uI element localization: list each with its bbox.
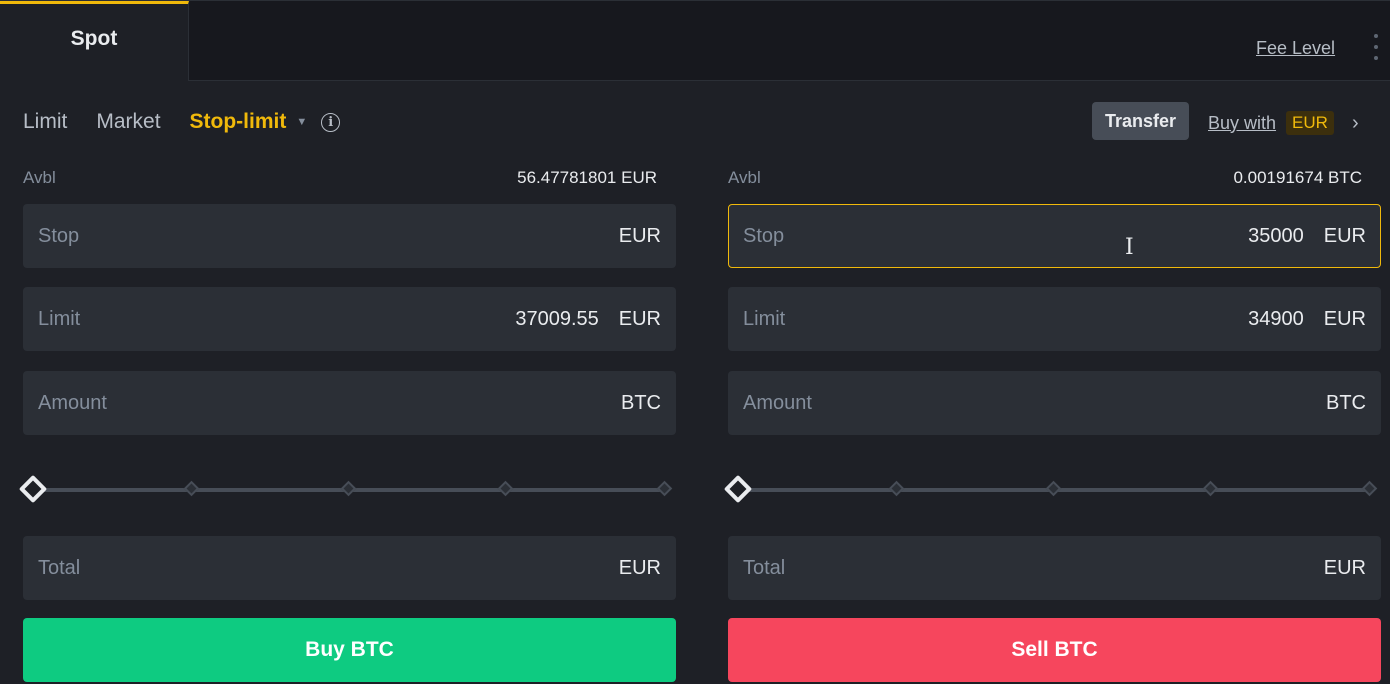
field-unit: EUR [1323, 307, 1366, 330]
sell-btc-button[interactable]: Sell BTC [728, 618, 1381, 682]
sell-limit-field[interactable]: Limit 34900 EUR [728, 287, 1381, 351]
transfer-button[interactable]: Transfer [1092, 102, 1189, 140]
order-type-selector: Limit Market Stop-limit ▼ i [23, 110, 341, 134]
buy-with-link[interactable]: Buy with EUR › [1208, 111, 1359, 135]
order-type-market[interactable]: Market [96, 110, 160, 134]
buy-amount-slider[interactable] [18, 474, 676, 504]
field-label: Limit [743, 307, 786, 330]
slider-handle[interactable] [18, 474, 48, 504]
buy-limit-field[interactable]: Limit 37009.55 EUR [23, 287, 676, 351]
field-label: Amount [743, 391, 812, 414]
field-label: Total [743, 556, 786, 579]
field-unit: BTC [1326, 391, 1366, 414]
field-unit: EUR [1323, 224, 1366, 247]
buy-available-value: 56.47781801 EUR [517, 168, 657, 187]
fee-level-link[interactable]: Fee Level [1256, 38, 1335, 59]
sell-stop-field[interactable]: Stop 35000 EUR I [728, 204, 1381, 268]
sell-amount-slider[interactable] [723, 474, 1381, 504]
slider-mark-25[interactable] [888, 480, 905, 497]
buy-btc-button[interactable]: Buy BTC [23, 618, 676, 682]
field-label: Amount [38, 391, 107, 414]
slider-handle[interactable] [723, 474, 753, 504]
sell-available-value: 0.00191674 BTC [1233, 168, 1362, 187]
field-label: Limit [38, 307, 81, 330]
sell-total-field[interactable]: Total EUR [728, 536, 1381, 600]
field-label: Stop [743, 224, 785, 247]
top-tab-bar: Spot Fee Level [0, 0, 1390, 81]
field-unit: EUR [618, 224, 661, 247]
field-unit: EUR [618, 307, 661, 330]
caret-down-icon[interactable]: ▼ [296, 116, 307, 128]
buy-with-label[interactable]: Buy with [1208, 113, 1276, 134]
info-circle-icon[interactable]: i [321, 112, 341, 132]
slider-mark-75[interactable] [1202, 480, 1219, 497]
slider-mark-50[interactable] [340, 480, 357, 497]
buy-stop-field[interactable]: Stop EUR [23, 204, 676, 268]
field-label: Total [38, 556, 81, 579]
slider-mark-100[interactable] [1361, 480, 1378, 497]
kebab-menu-icon[interactable] [1372, 34, 1380, 60]
sell-stop-input[interactable]: 35000 [784, 225, 1304, 248]
slider-mark-25[interactable] [183, 480, 200, 497]
avbl-label: Avbl [728, 168, 761, 187]
avbl-label: Avbl [23, 168, 56, 187]
slider-mark-50[interactable] [1045, 480, 1062, 497]
buy-available-row: Avbl 56.47781801 EUR [23, 168, 657, 188]
sell-available-row: Avbl 0.00191674 BTC [728, 168, 1362, 188]
field-unit: EUR [618, 556, 661, 579]
field-label: Stop [38, 224, 80, 247]
slider-mark-100[interactable] [656, 480, 673, 497]
order-type-limit[interactable]: Limit [23, 110, 67, 134]
order-type-stop-limit[interactable]: Stop-limit [190, 110, 287, 134]
chevron-right-icon[interactable]: › [1352, 112, 1359, 135]
sell-amount-field[interactable]: Amount BTC [728, 371, 1381, 435]
buy-total-field[interactable]: Total EUR [23, 536, 676, 600]
slider-mark-75[interactable] [497, 480, 514, 497]
buy-amount-field[interactable]: Amount BTC [23, 371, 676, 435]
field-unit: BTC [621, 391, 661, 414]
tab-spot[interactable]: Spot [0, 1, 189, 81]
sell-limit-input[interactable]: 34900 [785, 308, 1304, 331]
buy-with-currency-badge[interactable]: EUR [1286, 111, 1334, 135]
buy-limit-input[interactable]: 37009.55 [80, 308, 598, 331]
text-cursor-icon: I [1125, 235, 1134, 260]
field-unit: EUR [1323, 556, 1366, 579]
